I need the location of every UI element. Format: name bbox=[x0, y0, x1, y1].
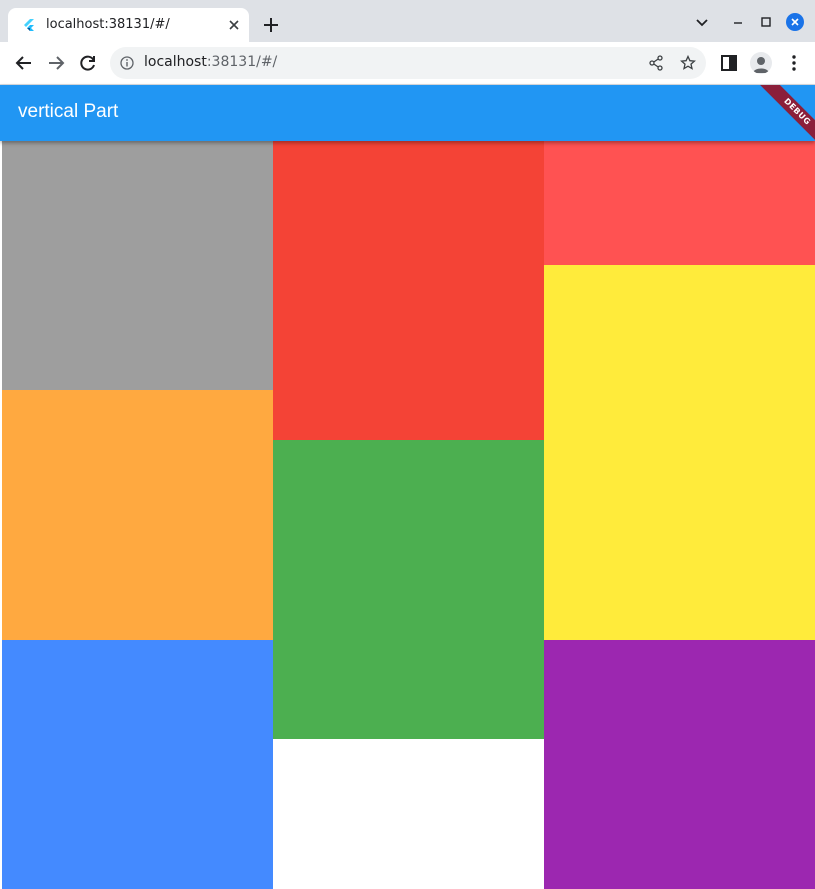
star-icon[interactable] bbox=[680, 55, 696, 71]
share-icon[interactable] bbox=[648, 55, 664, 71]
maximize-icon[interactable] bbox=[758, 14, 774, 30]
address-bar[interactable]: localhost:38131/#/ bbox=[110, 47, 706, 79]
debug-banner: DEBUG bbox=[760, 85, 815, 141]
url-host: localhost bbox=[144, 54, 207, 70]
app-bar-title: vertical Part bbox=[18, 101, 119, 122]
tab-close-icon[interactable] bbox=[227, 18, 241, 32]
info-icon[interactable] bbox=[120, 56, 134, 70]
browser-toolbar: localhost:38131/#/ bbox=[0, 42, 815, 85]
reload-icon[interactable] bbox=[78, 53, 98, 73]
tile-grey bbox=[2, 141, 273, 390]
browser-window: localhost:38131/#/ localhost:38131/#/ ve… bbox=[0, 0, 815, 889]
tile-yellow bbox=[544, 265, 815, 640]
kebab-menu-icon[interactable] bbox=[784, 53, 804, 73]
forward-arrow-icon[interactable] bbox=[46, 53, 66, 73]
tile-grid bbox=[2, 141, 815, 889]
tile-light-red bbox=[544, 141, 815, 265]
side-panel-icon[interactable] bbox=[719, 53, 739, 73]
tab-strip: localhost:38131/#/ bbox=[0, 0, 815, 42]
tile-orange bbox=[2, 390, 273, 640]
profile-icon bbox=[753, 57, 769, 73]
app-bar: vertical Part DEBUG bbox=[0, 85, 815, 141]
window-close-icon bbox=[791, 18, 799, 26]
tile-green bbox=[273, 440, 544, 739]
browser-tab[interactable]: localhost:38131/#/ bbox=[8, 8, 249, 42]
url-path: :38131/#/ bbox=[206, 54, 278, 70]
new-tab-icon[interactable] bbox=[262, 16, 280, 34]
minimize-icon[interactable] bbox=[730, 14, 746, 30]
back-arrow-icon[interactable] bbox=[14, 53, 34, 73]
chevron-down-icon[interactable] bbox=[694, 14, 710, 30]
profile-avatar[interactable] bbox=[750, 52, 772, 74]
tile-red bbox=[273, 141, 544, 440]
tile-blue bbox=[2, 640, 273, 889]
window-close-button[interactable] bbox=[786, 13, 804, 31]
tile-purple bbox=[544, 640, 815, 889]
tab-title: localhost:38131/#/ bbox=[46, 17, 170, 32]
url-text: localhost:38131/#/ bbox=[144, 54, 277, 70]
tile-white bbox=[273, 739, 544, 889]
flutter-icon bbox=[24, 19, 34, 31]
